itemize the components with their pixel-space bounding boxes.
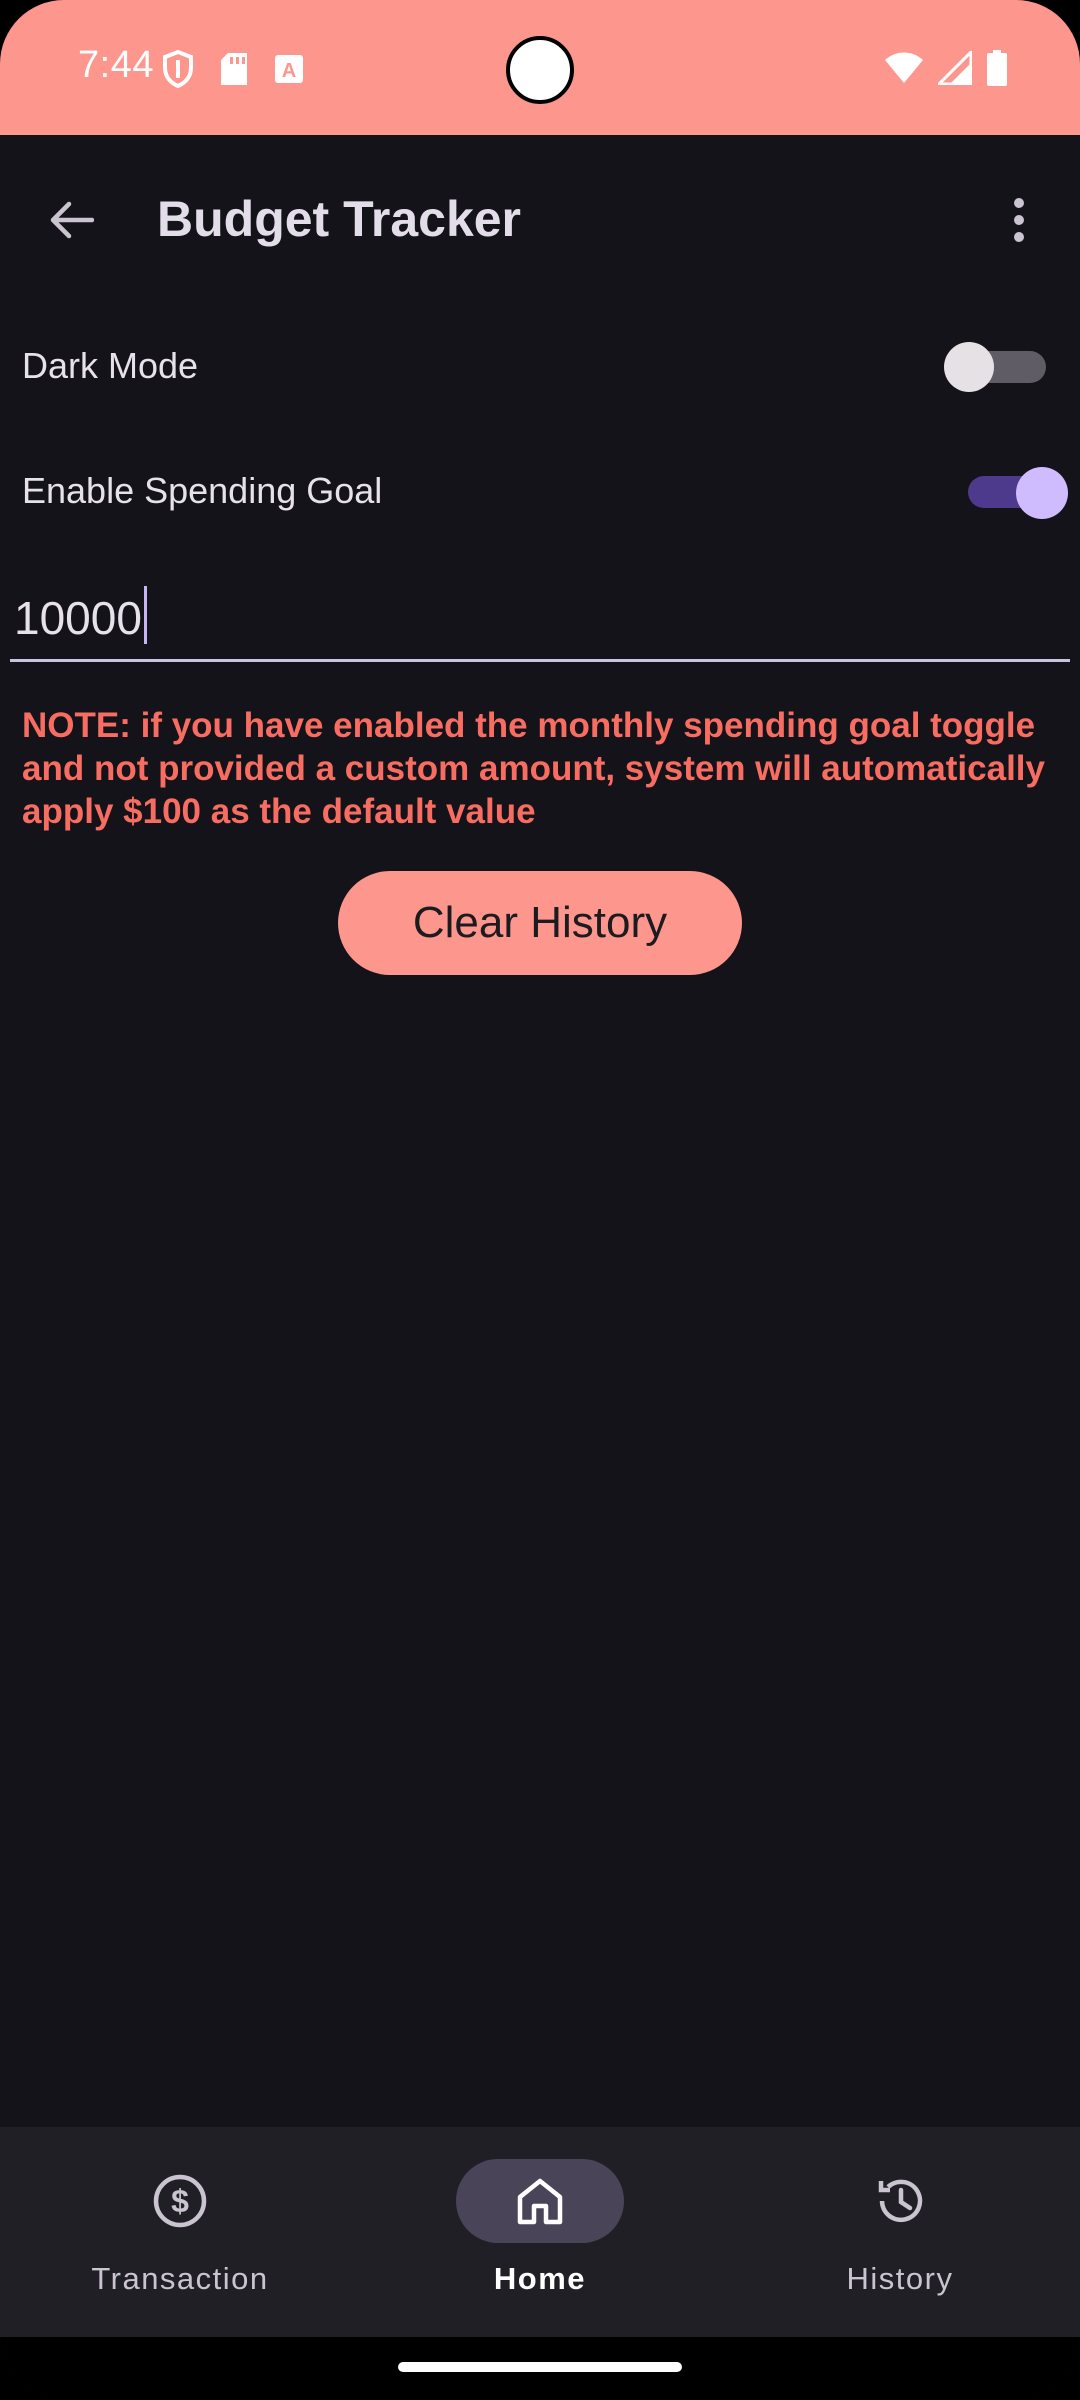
goal-amount-input[interactable]: 10000 — [10, 570, 1070, 662]
top-app-bar: Budget Tracker — [0, 135, 1080, 305]
text-caret — [143, 586, 147, 644]
nav-indicator — [816, 2159, 984, 2243]
battery-icon — [986, 50, 1008, 91]
dollar-circle-icon: $ — [153, 2174, 207, 2228]
switch-thumb — [1016, 467, 1068, 519]
arrow-back-icon — [50, 201, 94, 239]
camera-cutout — [506, 36, 574, 104]
nav-item-history[interactable]: History — [720, 2127, 1080, 2337]
dark-mode-row: Dark Mode — [22, 327, 1058, 407]
nav-item-home[interactable]: Home — [360, 2127, 720, 2337]
wifi-icon — [884, 51, 924, 90]
nav-label-home: Home — [493, 2261, 587, 2296]
svg-text:$: $ — [171, 2183, 189, 2219]
nav-label-transaction: Transaction — [91, 2261, 269, 2296]
text-a-icon: A — [274, 54, 304, 89]
history-icon — [878, 2179, 923, 2223]
default-value-note: NOTE: if you have enabled the monthly sp… — [22, 706, 1045, 831]
nav-active-indicator — [456, 2159, 624, 2243]
more-options-button[interactable] — [994, 185, 1044, 255]
page-title: Budget Tracker — [157, 191, 522, 247]
app-screen: 7:44 A Budget Tracker Dark Mode Enable S… — [0, 0, 1080, 2400]
svg-text:A: A — [282, 60, 296, 82]
status-time: 7:44 — [78, 44, 154, 86]
cell-signal-icon — [935, 48, 973, 90]
status-icons-left: A — [162, 49, 304, 93]
clear-history-button[interactable]: Clear History — [338, 871, 742, 975]
goal-amount-value: 10000 — [14, 586, 147, 645]
status-icons-right — [884, 48, 1008, 91]
status-bar: 7:44 A — [0, 0, 1080, 135]
spending-goal-row: Enable Spending Goal — [22, 452, 1068, 532]
home-icon — [517, 2178, 563, 2225]
nav-label-history: History — [846, 2261, 954, 2296]
switch-thumb — [944, 342, 994, 392]
bottom-navigation: $ Transaction Home History — [0, 2127, 1080, 2337]
more-vert-icon — [1014, 198, 1024, 242]
spending-goal-label: Enable Spending Goal — [22, 470, 383, 511]
shield-icon — [162, 49, 194, 93]
dark-mode-label: Dark Mode — [22, 345, 199, 386]
nav-indicator: $ — [96, 2159, 264, 2243]
sd-card-icon — [220, 52, 248, 91]
home-indicator[interactable] — [398, 2362, 682, 2372]
back-button[interactable] — [36, 185, 106, 255]
spending-goal-switch[interactable] — [962, 464, 1072, 520]
nav-item-transaction[interactable]: $ Transaction — [0, 2127, 360, 2337]
dark-mode-switch[interactable] — [944, 339, 1054, 395]
